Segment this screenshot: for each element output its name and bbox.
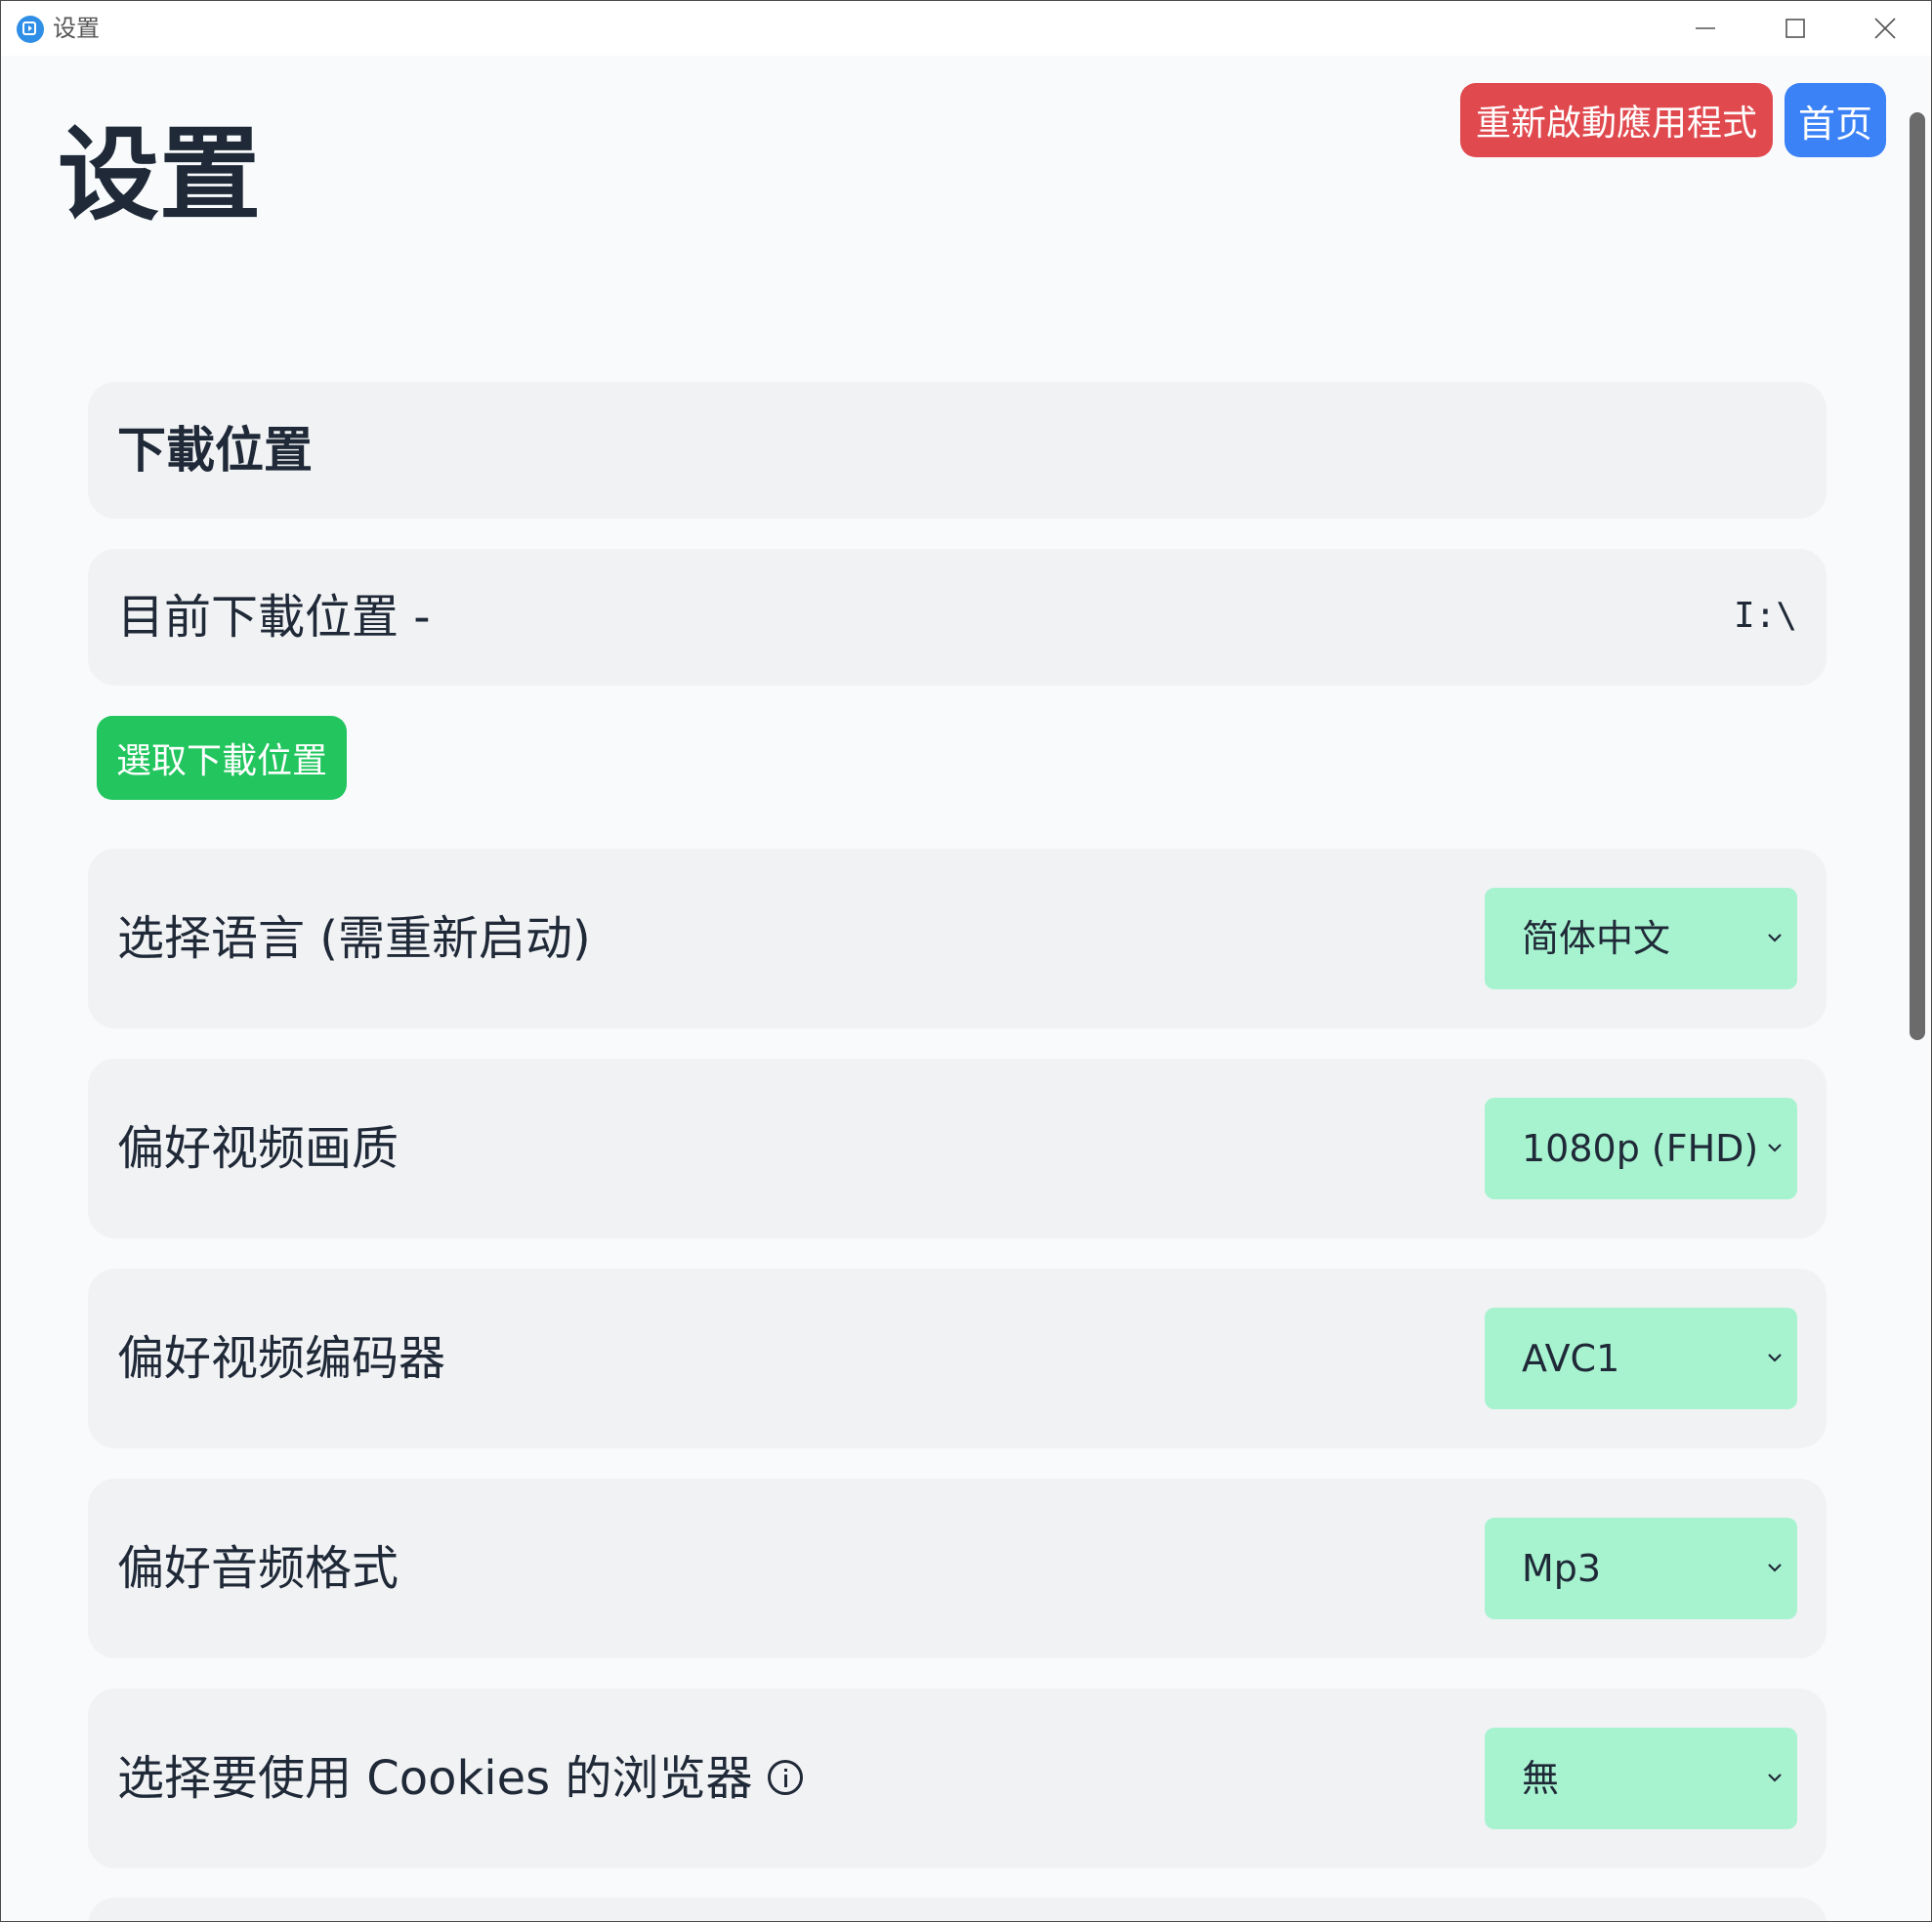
video-quality-select[interactable]: 1080p (FHD) bbox=[1485, 1098, 1797, 1199]
audio-format-select-value: Mp3 bbox=[1522, 1547, 1602, 1590]
chevron-down-icon bbox=[1768, 1144, 1782, 1152]
restart-app-button[interactable]: 重新啟動應用程式 bbox=[1460, 83, 1773, 157]
cookies-browser-label: 选择要使用 Cookies 的浏览器 bbox=[117, 1751, 753, 1806]
language-select-value: 简体中文 bbox=[1522, 917, 1671, 960]
next-setting-card bbox=[88, 1898, 1827, 1921]
video-quality-select-value: 1080p (FHD) bbox=[1522, 1127, 1759, 1170]
info-icon[interactable] bbox=[768, 1760, 804, 1795]
video-codec-label: 偏好视频编码器 bbox=[117, 1331, 446, 1386]
video-codec-select-value: AVC1 bbox=[1522, 1337, 1620, 1380]
home-button[interactable]: 首页 bbox=[1785, 83, 1886, 157]
settings-window: 设置 设置 重新啟動應用程式 首页 下載位置 目前下載位置 - I:\ 選取下載… bbox=[0, 0, 1932, 1922]
language-label: 选择语言 (需重新启动) bbox=[117, 911, 591, 966]
cookies-browser-label-wrap: 选择要使用 Cookies 的浏览器 bbox=[117, 1749, 804, 1808]
section-title: 下載位置 bbox=[117, 422, 313, 479]
video-quality-setting: 偏好视频画质 1080p (FHD) bbox=[88, 1059, 1827, 1238]
download-location-section: 下載位置 bbox=[88, 382, 1827, 519]
video-codec-select[interactable]: AVC1 bbox=[1485, 1308, 1797, 1409]
cookies-browser-select-value: 無 bbox=[1522, 1757, 1560, 1800]
window-title: 设置 bbox=[53, 15, 100, 42]
chevron-down-icon bbox=[1768, 1564, 1782, 1572]
scrollbar[interactable] bbox=[1904, 56, 1931, 1921]
language-select[interactable]: 简体中文 bbox=[1485, 888, 1797, 989]
scrollbar-thumb[interactable] bbox=[1910, 112, 1925, 1040]
pick-download-location-button[interactable]: 選取下載位置 bbox=[97, 716, 347, 800]
chevron-down-icon bbox=[1768, 1354, 1782, 1362]
audio-format-select[interactable]: Mp3 bbox=[1485, 1518, 1797, 1619]
current-location-value: I:\ bbox=[1733, 596, 1797, 636]
video-quality-label: 偏好视频画质 bbox=[117, 1121, 399, 1176]
audio-format-label: 偏好音频格式 bbox=[117, 1541, 399, 1596]
close-icon bbox=[1874, 18, 1896, 39]
close-button[interactable] bbox=[1841, 1, 1929, 56]
minimize-button[interactable] bbox=[1661, 1, 1749, 56]
cookies-browser-select[interactable]: 無 bbox=[1485, 1728, 1797, 1829]
app-icon bbox=[17, 16, 44, 43]
maximize-button[interactable] bbox=[1751, 1, 1839, 56]
chevron-down-icon bbox=[1768, 1774, 1782, 1782]
language-setting: 选择语言 (需重新启动) 简体中文 bbox=[88, 849, 1827, 1028]
minimize-icon bbox=[1696, 27, 1715, 29]
current-location-label: 目前下載位置 - bbox=[117, 590, 431, 645]
page-title: 设置 bbox=[58, 115, 262, 234]
video-codec-setting: 偏好视频编码器 AVC1 bbox=[88, 1269, 1827, 1448]
maximize-icon bbox=[1785, 19, 1805, 38]
audio-format-setting: 偏好音频格式 Mp3 bbox=[88, 1479, 1827, 1658]
title-bar: 设置 bbox=[1, 1, 1931, 56]
chevron-down-icon bbox=[1768, 934, 1782, 942]
cookies-browser-setting: 选择要使用 Cookies 的浏览器 無 bbox=[88, 1689, 1827, 1868]
current-download-location: 目前下載位置 - I:\ bbox=[88, 549, 1827, 686]
